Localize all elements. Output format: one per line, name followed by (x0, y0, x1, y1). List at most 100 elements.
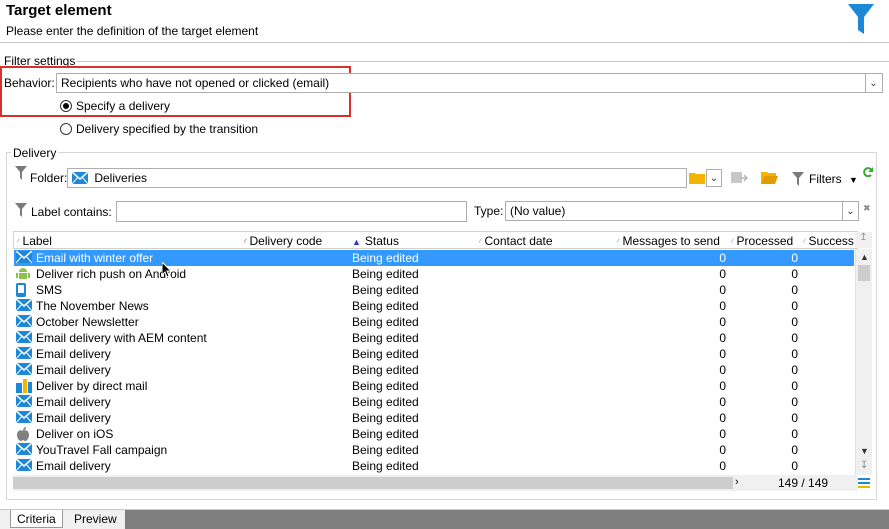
filters-label: Filters (809, 172, 842, 186)
table-row[interactable]: Deliver by direct mail Being edited 0 0 (14, 378, 854, 394)
filter-icon[interactable] (792, 172, 804, 186)
cell-processed: 0 (791, 379, 798, 393)
horizontal-scrollbar[interactable]: › 149 / 149 (13, 475, 858, 491)
column-header-contact-date[interactable]: ⁄ Contact date (479, 234, 553, 248)
cell-messages-to-send: 0 (719, 427, 726, 441)
behavior-select-value: Recipients who have not opened or clicke… (61, 76, 330, 90)
table-row[interactable]: Email with winter offer Being edited 0 0 (14, 250, 854, 266)
cell-processed: 0 (791, 315, 798, 329)
email-icon (15, 346, 33, 361)
behavior-dropdown-button[interactable]: ⌄ (865, 74, 881, 92)
apple-icon (16, 427, 32, 441)
cell-label: Email delivery (36, 395, 111, 409)
column-header-messages-to-send[interactable]: ⁄ Messages to send (617, 234, 720, 248)
table-row[interactable]: YouTravel Fall campaign Being edited 0 0 (14, 442, 854, 458)
cell-messages-to-send: 0 (719, 251, 726, 265)
label-contains-input[interactable] (116, 201, 467, 222)
folder-value: Deliveries (94, 171, 148, 185)
table-row[interactable]: Email delivery Being edited 0 0 (14, 394, 854, 410)
column-header-success[interactable]: ⁄ Success (803, 234, 855, 248)
cell-label: Email with winter offer (36, 251, 154, 265)
delivery-section-label: Delivery (11, 146, 59, 160)
scroll-end-icon[interactable]: ↧ (860, 460, 868, 471)
radio-transition-label: Delivery specified by the transition (76, 122, 259, 136)
email-icon (15, 362, 33, 377)
cell-status: Being edited (352, 379, 419, 393)
clear-icon[interactable]: ✖ (863, 203, 871, 214)
vertical-scrollbar[interactable]: ▲ ▼ ↧ (855, 249, 872, 475)
radio-specify-delivery[interactable]: Specify a delivery (60, 99, 170, 113)
mouse-cursor-icon (162, 262, 173, 278)
folder-field[interactable]: Deliveries (67, 168, 687, 188)
column-header-label[interactable]: ⁄ Label (17, 234, 52, 248)
tab-bar-filler (125, 510, 889, 529)
cell-messages-to-send: 0 (719, 331, 726, 345)
type-select-value: (No value) (510, 204, 566, 218)
table-row[interactable]: Email delivery Being edited 0 0 (14, 362, 854, 378)
cell-status: Being edited (352, 363, 419, 377)
funnel-icon (848, 4, 874, 34)
table-row[interactable]: Email delivery Being edited 0 0 (14, 410, 854, 426)
scroll-down-icon[interactable]: ▼ (860, 446, 869, 456)
filters-button[interactable]: Filters ▼ (809, 172, 858, 186)
table-row[interactable]: Email delivery Being edited 0 0 (14, 346, 854, 362)
scroll-up-icon[interactable]: ▲ (860, 252, 869, 262)
cell-messages-to-send: 0 (719, 315, 726, 329)
cell-status: Being edited (352, 283, 419, 297)
list-options-icon[interactable] (858, 478, 870, 488)
cell-status: Being edited (352, 427, 419, 441)
table-row[interactable]: Deliver on iOS Being edited 0 0 (14, 426, 854, 442)
type-dropdown-button[interactable]: ⌄ (842, 202, 858, 220)
cell-status: Being edited (352, 347, 419, 361)
chevron-down-icon: ⌄ (846, 205, 855, 217)
bottom-tab-bar: Criteria Preview (0, 509, 889, 529)
filter-settings-divider (76, 61, 889, 62)
table-row[interactable]: October Newsletter Being edited 0 0 (14, 314, 854, 330)
behavior-select[interactable]: Recipients who have not opened or clicke… (56, 73, 883, 93)
page-title: Target element (6, 2, 112, 19)
scroll-top-icon[interactable]: ↥ (855, 232, 872, 248)
radio-specify-label: Specify a delivery (76, 99, 171, 113)
cell-processed: 0 (791, 347, 798, 361)
email-icon (15, 330, 33, 345)
cell-processed: 0 (791, 251, 798, 265)
label-filter-icon (15, 203, 27, 217)
cell-processed: 0 (791, 363, 798, 377)
cell-label: Deliver by direct mail (36, 379, 148, 393)
cell-label: YouTravel Fall campaign (36, 443, 168, 457)
tab-preview[interactable]: Preview (68, 510, 123, 528)
column-header-processed[interactable]: ⁄ Processed (731, 234, 793, 248)
email-icon (15, 458, 33, 473)
label-contains-label: Label contains: (31, 205, 112, 219)
column-header-delivery-code[interactable]: ⁄ Delivery code (244, 234, 322, 248)
cell-messages-to-send: 0 (719, 395, 726, 409)
radio-off-icon[interactable] (60, 123, 72, 135)
table-row[interactable]: Deliver rich push on Android Being edited… (14, 266, 854, 282)
folder-dropdown-button[interactable]: ⌄ (706, 169, 722, 187)
column-header-status[interactable]: ▲ Status (352, 234, 399, 248)
sms-icon (16, 283, 32, 297)
table-row[interactable]: The November News Being edited 0 0 (14, 298, 854, 314)
cell-messages-to-send: 0 (719, 379, 726, 393)
cell-status: Being edited (352, 299, 419, 313)
cell-messages-to-send: 0 (719, 411, 726, 425)
type-select[interactable]: (No value) (505, 201, 859, 221)
scroll-right-icon[interactable]: › (735, 476, 739, 488)
cell-label: Email delivery (36, 347, 111, 361)
tab-criteria[interactable]: Criteria (10, 510, 63, 528)
folder-icon[interactable] (689, 171, 705, 184)
horizontal-scroll-thumb[interactable] (13, 477, 733, 489)
cell-processed: 0 (791, 459, 798, 473)
cell-status: Being edited (352, 443, 419, 457)
cell-processed: 0 (791, 331, 798, 345)
radio-delivery-transition[interactable]: Delivery specified by the transition (60, 122, 258, 136)
table-row[interactable]: Email delivery with AEM content Being edi… (14, 330, 854, 346)
radio-on-icon[interactable] (60, 100, 72, 112)
record-count: 149 / 149 (778, 476, 829, 490)
table-row[interactable]: SMS Being edited 0 0 (14, 282, 854, 298)
move-to-folder-icon[interactable] (730, 170, 748, 185)
vertical-scroll-thumb[interactable] (858, 265, 870, 281)
refresh-icon[interactable] (862, 166, 874, 178)
table-row[interactable]: Email delivery Being edited 0 0 (14, 458, 854, 474)
open-folder-icon[interactable] (761, 171, 778, 184)
